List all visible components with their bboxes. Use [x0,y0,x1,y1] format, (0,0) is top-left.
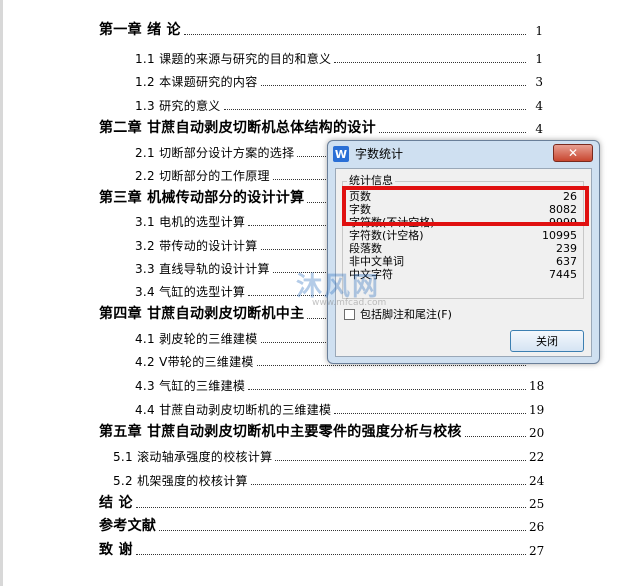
toc-dot-leader [248,388,526,390]
toc-entry-label: 3.1 电机的选型计算 [135,215,246,229]
toc-entry-label: 结 论 [99,495,133,511]
toc-dot-leader [334,61,526,63]
toc-entry-label: 第三章 机械传动部分的设计计算 [99,190,305,206]
stat-row: 段落数 239 [349,242,577,256]
wps-app-icon: W [333,146,349,162]
toc-entry-label: 致 谢 [99,542,133,558]
toc-page-number: 4 [535,122,543,136]
toc-page-number: 19 [529,403,545,417]
toc-page-number: 4 [535,99,543,113]
word-count-dialog: W 字数统计 ✕ 统计信息 页数 26 字数 8082 字符数(不计空格) 9999 字符数… [327,140,600,364]
dialog-title: 字数统计 [355,147,404,161]
toc-chapter-entry[interactable]: 致 谢 27 [99,536,545,558]
toc-entry-label: 4.3 气缸的三维建模 [135,379,246,393]
stat-value: 7445 [549,268,577,281]
footnotes-checkbox[interactable] [344,308,355,320]
close-icon[interactable]: ✕ [553,144,593,162]
toc-entry-label: 5.1 滚动轴承强度的校核计算 [113,450,273,464]
toc-page-number: 26 [529,520,545,534]
include-footnotes-option[interactable]: 包括脚注和尾注(F) [344,307,452,321]
dialog-body: 统计信息 页数 26 字数 8082 字符数(不计空格) 9999 字符数(计空格) 1099… [335,168,592,357]
toc-entry-label: 3.3 直线导轨的设计计算 [135,262,270,276]
toc-entry-label: 3.2 带传动的设计计算 [135,239,258,253]
toc-entry-label: 4.4 甘蔗自动剥皮切断机的三维建模 [135,403,332,417]
toc-entry-label: 3.4 气缸的选型计算 [135,285,246,299]
toc-entry-label: 1.2 本课题研究的内容 [135,75,258,89]
stat-label: 段落数 [349,242,382,255]
footnotes-label: 包括脚注和尾注(F) [360,307,452,321]
toc-chapter-entry[interactable]: 第一章 绪 论 1 [99,16,543,38]
toc-chapter-entry[interactable]: 第五章 甘蔗自动剥皮切断机中主要零件的强度分析与校核 20 [99,418,545,440]
stat-row: 中文字符 7445 [349,268,577,282]
stat-row: 字符数(计空格) 10995 [349,229,577,243]
toc-page-number: 1 [535,24,543,38]
toc-dot-leader [183,33,526,35]
toc-entry-label: 4.1 剥皮轮的三维建模 [135,332,258,346]
toc-section-entry[interactable]: 4.4 甘蔗自动剥皮切断机的三维建模 19 [135,395,545,417]
toc-page-number: 20 [529,426,545,440]
toc-entry-label: 5.2 机架强度的校核计算 [113,474,248,488]
toc-dot-leader [275,459,526,461]
toc-dot-leader [250,483,526,485]
toc-section-entry[interactable]: 1.3 研究的意义 4 [135,91,543,113]
toc-entry-label: 1.3 研究的意义 [135,99,221,113]
toc-dot-leader [260,84,526,86]
toc-dot-leader [135,506,526,508]
red-highlight-box [342,186,589,226]
toc-section-entry[interactable]: 4.3 气缸的三维建模 18 [135,371,545,393]
dialog-titlebar[interactable]: W 字数统计 ✕ [328,141,599,167]
toc-entry-label: 第四章 甘蔗自动剥皮切断机中主 [99,306,305,322]
toc-page-number: 3 [535,75,543,89]
stat-label: 中文字符 [349,268,393,281]
toc-entry-label: 参考文献 [99,518,157,534]
toc-dot-leader [135,553,526,555]
toc-section-entry[interactable]: 5.2 机架强度的校核计算 24 [113,466,545,488]
toc-page-number: 18 [529,379,545,393]
stat-value: 10995 [542,229,577,242]
toc-chapter-entry[interactable]: 第二章 甘蔗自动剥皮切断机总体结构的设计 4 [99,114,543,136]
toc-dot-leader [464,435,526,437]
toc-entry-label: 第五章 甘蔗自动剥皮切断机中主要零件的强度分析与校核 [99,424,462,440]
close-button[interactable]: 关闭 [510,330,584,352]
stat-value: 637 [556,255,577,268]
toc-page-number: 24 [529,474,545,488]
toc-dot-leader [378,131,526,133]
toc-dot-leader [223,108,526,110]
toc-entry-label: 第一章 绪 论 [99,22,181,38]
stat-label: 非中文单词 [349,255,404,268]
toc-entry-label: 2.2 切断部分的工作原理 [135,169,270,183]
toc-dot-leader [159,529,526,531]
toc-page-number: 25 [529,497,545,511]
stat-row: 非中文单词 637 [349,255,577,269]
toc-chapter-entry[interactable]: 参考文献 26 [99,512,545,534]
toc-dot-leader [256,364,526,366]
toc-entry-label: 第二章 甘蔗自动剥皮切断机总体结构的设计 [99,120,376,136]
toc-section-entry[interactable]: 1.2 本课题研究的内容 3 [135,67,543,89]
stat-value: 239 [556,242,577,255]
toc-page-number: 22 [529,450,545,464]
toc-entry-label: 2.1 切断部分设计方案的选择 [135,146,295,160]
toc-chapter-entry[interactable]: 结 论 25 [99,489,545,511]
toc-entry-label: 1.1 课题的来源与研究的目的和意义 [135,52,332,66]
toc-section-entry[interactable]: 5.1 滚动轴承强度的校核计算 22 [113,442,545,464]
toc-section-entry[interactable]: 1.1 课题的来源与研究的目的和意义 1 [135,44,543,66]
toc-entry-label: 4.2 V带轮的三维建模 [135,355,254,369]
toc-page-number: 1 [535,52,543,66]
stat-label: 字符数(计空格) [349,229,424,242]
toc-dot-leader [334,412,526,414]
toc-page-number: 27 [529,544,545,558]
